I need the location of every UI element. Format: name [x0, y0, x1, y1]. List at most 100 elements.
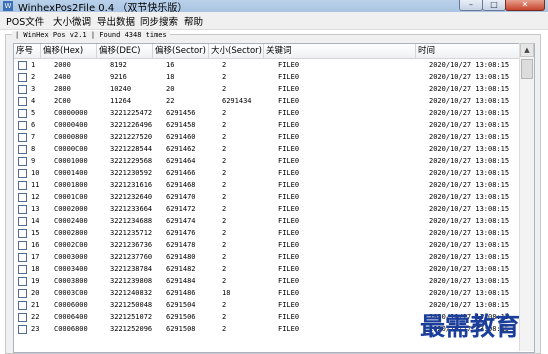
table-row[interactable]: 5 C0000000 3221225472 6291456 2 FILE0 2020/10/… [14, 107, 534, 119]
row-checkbox[interactable] [18, 85, 27, 94]
table-row[interactable]: 11 C0001800 3221231616 6291468 2 FILE0 2020/10… [14, 179, 534, 191]
vertical-scrollbar[interactable]: ▲ [519, 43, 534, 351]
table-row[interactable]: 18 C0003400 3221238784 6291482 2 FILE0 2020/10… [14, 263, 534, 275]
row-offset-sector: 6291504 [166, 301, 196, 309]
scroll-up-icon[interactable]: ▲ [520, 43, 534, 57]
row-checkbox[interactable] [18, 61, 27, 70]
table-row[interactable]: 10 C0001400 3221230592 6291466 2 FILE0 2020/10… [14, 167, 534, 179]
col-offset-dec[interactable]: 偏移(DEC) [97, 44, 153, 58]
row-offset-dec: 3221232640 [110, 193, 153, 201]
row-index: 11 [31, 181, 40, 189]
table-row[interactable]: 14 C0002400 3221234688 6291474 2 FILE0 2020/10… [14, 215, 534, 227]
row-checkbox[interactable] [18, 265, 27, 274]
row-checkbox[interactable] [18, 181, 27, 190]
row-keyword: FILE0 [278, 277, 300, 285]
table-row[interactable]: 20 C0003C00 3221240832 6291486 18 FILE0 2020/1… [14, 287, 534, 299]
watermark-text: 最需教育 [420, 312, 521, 341]
row-offset-sector: 6291458 [166, 121, 196, 129]
row-checkbox[interactable] [18, 253, 27, 262]
table-row[interactable]: 9 C0001000 3221229568 6291464 2 FILE0 2020/10/… [14, 155, 534, 167]
row-checkbox[interactable] [18, 109, 27, 118]
menu-pos-file[interactable]: POS文件 [6, 14, 44, 28]
row-offset-hex: C0000000 [54, 109, 88, 117]
scroll-thumb[interactable] [521, 59, 533, 79]
row-checkbox[interactable] [18, 133, 27, 142]
row-offset-hex: 2C00 [54, 97, 71, 105]
menu-size-adjust[interactable]: 大小微调 [53, 14, 91, 28]
menu-export-data[interactable]: 导出数据 [97, 14, 135, 28]
row-checkbox[interactable] [18, 301, 27, 310]
col-time[interactable]: 时间 [416, 44, 534, 58]
row-size-sector: 2 [222, 193, 227, 201]
row-index: 23 [31, 325, 40, 333]
col-offset-hex[interactable]: 偏移(Hex) [41, 44, 97, 58]
table-row[interactable]: 2 2400 9216 18 2 FILE0 2020/10/27 13:08:15 [14, 71, 534, 83]
row-time: 2020/10/27 13:08:15 [429, 217, 510, 225]
row-offset-sector: 6291482 [166, 265, 196, 273]
row-offset-sector: 6291462 [166, 145, 196, 153]
row-time: 2020/10/27 13:08:15 [429, 205, 510, 213]
row-offset-dec: 3221227520 [110, 133, 153, 141]
table-row[interactable]: 7 C0000800 3221227520 6291460 2 FILE0 2020/10/… [14, 131, 534, 143]
row-checkbox[interactable] [18, 277, 27, 286]
row-offset-hex: C0003C00 [54, 289, 88, 297]
row-keyword: FILE0 [278, 157, 300, 165]
row-checkbox[interactable] [18, 157, 27, 166]
col-index[interactable]: 序号 [14, 44, 41, 58]
maximize-button[interactable]: □ [482, 0, 506, 11]
table-row[interactable]: 4 2C00 11264 22 6291434 FILE0 2020/10/27 13:08… [14, 95, 534, 107]
close-button[interactable]: ✕ [505, 0, 545, 11]
row-offset-dec: 11264 [110, 97, 132, 105]
row-index: 13 [31, 205, 40, 213]
menu-help[interactable]: 帮助 [184, 14, 203, 28]
row-checkbox[interactable] [18, 169, 27, 178]
row-offset-sector: 6291480 [166, 253, 196, 261]
row-checkbox[interactable] [18, 229, 27, 238]
row-checkbox[interactable] [18, 193, 27, 202]
row-keyword: FILE0 [278, 73, 300, 81]
row-offset-dec: 10240 [110, 85, 132, 93]
row-checkbox[interactable] [18, 145, 27, 154]
row-index: 3 [31, 85, 36, 93]
row-size-sector: 2 [222, 181, 227, 189]
col-size-sector[interactable]: 大小(Sector) [209, 44, 264, 58]
list-header: 序号 偏移(Hex) 偏移(DEC) 偏移(Sector) 大小(Sector)… [14, 44, 534, 59]
row-offset-dec: 3221225472 [110, 109, 153, 117]
table-row[interactable]: 1 2000 8192 16 2 FILE0 2020/10/27 13:08:15 [14, 59, 534, 71]
row-checkbox[interactable] [18, 325, 27, 334]
menu-sync-search[interactable]: 同步搜索 [140, 14, 178, 28]
col-keyword[interactable]: 关键词 [264, 44, 416, 58]
row-checkbox[interactable] [18, 289, 27, 298]
table-row[interactable]: 19 C0003800 3221239808 6291484 2 FILE0 2020/10… [14, 275, 534, 287]
row-checkbox[interactable] [18, 121, 27, 130]
row-checkbox[interactable] [18, 313, 27, 322]
row-keyword: FILE0 [278, 301, 300, 309]
row-index: 12 [31, 193, 40, 201]
row-checkbox[interactable] [18, 73, 27, 82]
row-offset-sector: 20 [166, 85, 175, 93]
row-size-sector: 2 [222, 217, 227, 225]
row-checkbox[interactable] [18, 205, 27, 214]
row-keyword: FILE0 [278, 325, 300, 333]
row-offset-hex: C0006400 [54, 313, 88, 321]
table-row[interactable]: 16 C0002C00 3221236736 6291478 2 FILE0 2020/10… [14, 239, 534, 251]
table-row[interactable]: 13 C0002000 3221233664 6291472 2 FILE0 2020/10… [14, 203, 534, 215]
row-checkbox[interactable] [18, 217, 27, 226]
row-checkbox[interactable] [18, 241, 27, 250]
row-size-sector: 2 [222, 205, 227, 213]
row-size-sector: 2 [222, 157, 227, 165]
row-offset-sector: 6291484 [166, 277, 196, 285]
row-offset-dec: 3221237760 [110, 253, 153, 261]
row-size-sector: 2 [222, 313, 227, 321]
row-offset-hex: C0000800 [54, 133, 88, 141]
table-row[interactable]: 3 2800 10240 20 2 FILE0 2020/10/27 13:08:15 [14, 83, 534, 95]
table-row[interactable]: 6 C0000400 3221226496 6291458 2 FILE0 2020/10/… [14, 119, 534, 131]
minimize-button[interactable]: – [459, 0, 483, 11]
table-row[interactable]: 8 C0000C00 3221228544 6291462 2 FILE0 2020/10/… [14, 143, 534, 155]
table-row[interactable]: 12 C0001C00 3221232640 6291470 2 FILE0 2020/10… [14, 191, 534, 203]
col-offset-sector[interactable]: 偏移(Sector) [153, 44, 209, 58]
table-row[interactable]: 17 C0003000 3221237760 6291480 2 FILE0 2020/10… [14, 251, 534, 263]
row-checkbox[interactable] [18, 97, 27, 106]
row-index: 15 [31, 229, 40, 237]
table-row[interactable]: 15 C0002800 3221235712 6291476 2 FILE0 2020/10… [14, 227, 534, 239]
